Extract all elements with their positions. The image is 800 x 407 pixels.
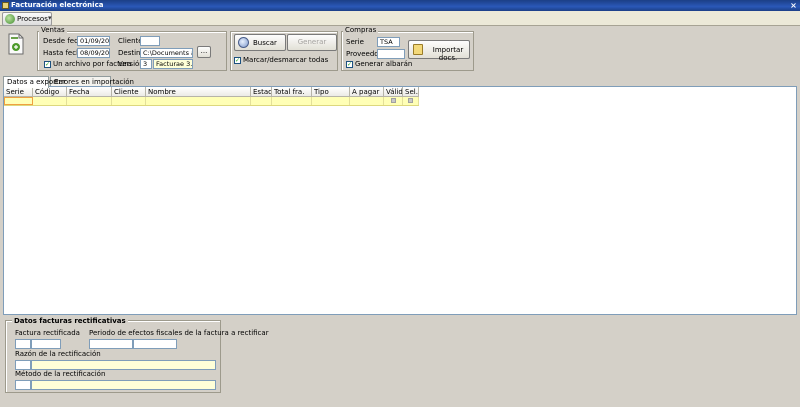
col-total[interactable]: Total fra. (272, 87, 312, 97)
row-tipo-cell[interactable] (312, 97, 350, 105)
generar-albaran-checkbox[interactable]: ✓ (346, 61, 353, 68)
generar-albaran-label: Generar albarán (355, 60, 413, 68)
generar-button[interactable]: Generar (287, 34, 337, 51)
col-cliente[interactable]: Cliente (112, 87, 146, 97)
row-fecha-cell[interactable] (67, 97, 112, 105)
metodo-code-input[interactable] (15, 380, 31, 390)
marcar-checkbox[interactable]: ✓ (234, 57, 241, 64)
col-valido[interactable]: Válido (384, 87, 403, 97)
ventas-legend: Ventas (39, 26, 67, 34)
destino-input[interactable]: C:\Documents and S (140, 48, 193, 58)
facturae-document-icon (7, 33, 25, 55)
procesos-icon (5, 14, 15, 24)
cliente-label: Cliente (118, 37, 143, 45)
search-icon (238, 37, 249, 48)
periodo-hasta-input[interactable] (133, 339, 177, 349)
row-sel-cell[interactable] (403, 97, 419, 105)
browse-button[interactable]: ... (197, 46, 211, 58)
row-valido-checkbox[interactable] (391, 98, 396, 103)
title-bar: Facturación electrónica × (0, 0, 800, 11)
razon-code-input[interactable] (15, 360, 31, 370)
compras-legend: Compras (343, 26, 379, 34)
col-estado[interactable]: Estado (251, 87, 272, 97)
col-tipo[interactable]: Tipo (312, 87, 350, 97)
grid-header: Serie Código Fecha Cliente Nombre Estado… (4, 87, 796, 97)
proveedor-input[interactable] (377, 49, 405, 59)
window-title: Facturación electrónica (11, 1, 104, 9)
close-icon[interactable]: × (789, 1, 798, 10)
col-sel[interactable]: Sel. (403, 87, 419, 97)
razon-label: Razón de la rectificación (15, 350, 101, 358)
buscar-button[interactable]: Buscar (234, 34, 286, 51)
row-codigo-cell[interactable] (33, 97, 67, 105)
buscar-label: Buscar (253, 39, 277, 47)
procesos-menu[interactable]: Procesos (2, 12, 52, 26)
serie-label: Serie (346, 38, 364, 46)
row-cliente-cell[interactable] (112, 97, 146, 105)
rectificativas-legend: Datos facturas rectificativas (12, 317, 128, 325)
col-codigo[interactable]: Código (33, 87, 67, 97)
serie-input[interactable]: TSA (377, 37, 400, 47)
menu-bar: Procesos ▾ (0, 11, 800, 26)
tab-datos-exportar[interactable]: Datos a exportar (3, 76, 66, 88)
row-valido-cell[interactable] (384, 97, 403, 105)
col-a-pagar[interactable]: A pagar (350, 87, 384, 97)
row-estado-cell[interactable] (251, 97, 272, 105)
window-bottom-edge (0, 398, 800, 407)
razon-description-input[interactable] (31, 360, 216, 370)
hasta-fecha-input[interactable]: 08/09/2015 (77, 48, 110, 58)
factura-rectificada-numero-input[interactable] (31, 339, 61, 349)
invoices-grid[interactable]: Serie Código Fecha Cliente Nombre Estado… (3, 86, 797, 315)
table-row[interactable] (4, 97, 419, 106)
generar-label: Generar (297, 38, 327, 46)
import-icon (413, 44, 423, 55)
importar-button[interactable]: Importar docs. (408, 40, 470, 62)
periodo-label: Periodo de efectos fiscales de la factur… (89, 329, 269, 337)
row-sel-checkbox[interactable] (408, 98, 413, 103)
periodo-desde-input[interactable] (89, 339, 133, 349)
col-fecha[interactable]: Fecha (67, 87, 112, 97)
importar-label: Importar docs. (432, 46, 464, 62)
metodo-label: Método de la rectificación (15, 370, 106, 378)
row-total-cell[interactable] (272, 97, 312, 105)
row-a-pagar-cell[interactable] (350, 97, 384, 105)
cliente-input[interactable] (140, 36, 160, 46)
col-nombre[interactable]: Nombre (146, 87, 251, 97)
col-serie[interactable]: Serie (4, 87, 33, 97)
row-serie-cell[interactable] (4, 97, 33, 105)
row-nombre-cell[interactable] (146, 97, 251, 105)
factura-rectificada-label: Factura rectificada (15, 329, 80, 337)
marcar-label: Marcar/desmarcar todas (243, 56, 329, 64)
desde-fecha-input[interactable]: 01/09/2015 (77, 36, 110, 46)
factura-rectificada-serie-input[interactable] (15, 339, 31, 349)
procesos-label: Procesos (17, 15, 48, 23)
chevron-down-icon[interactable]: ▾ (48, 13, 52, 24)
app-icon (2, 2, 9, 9)
un-archivo-checkbox[interactable]: ✓ (44, 61, 51, 68)
version-number-input[interactable]: 3 (140, 59, 152, 69)
version-select[interactable]: Facturae 3.2.1 (153, 59, 193, 69)
metodo-description-input[interactable] (31, 380, 216, 390)
browse-label: ... (200, 47, 208, 55)
